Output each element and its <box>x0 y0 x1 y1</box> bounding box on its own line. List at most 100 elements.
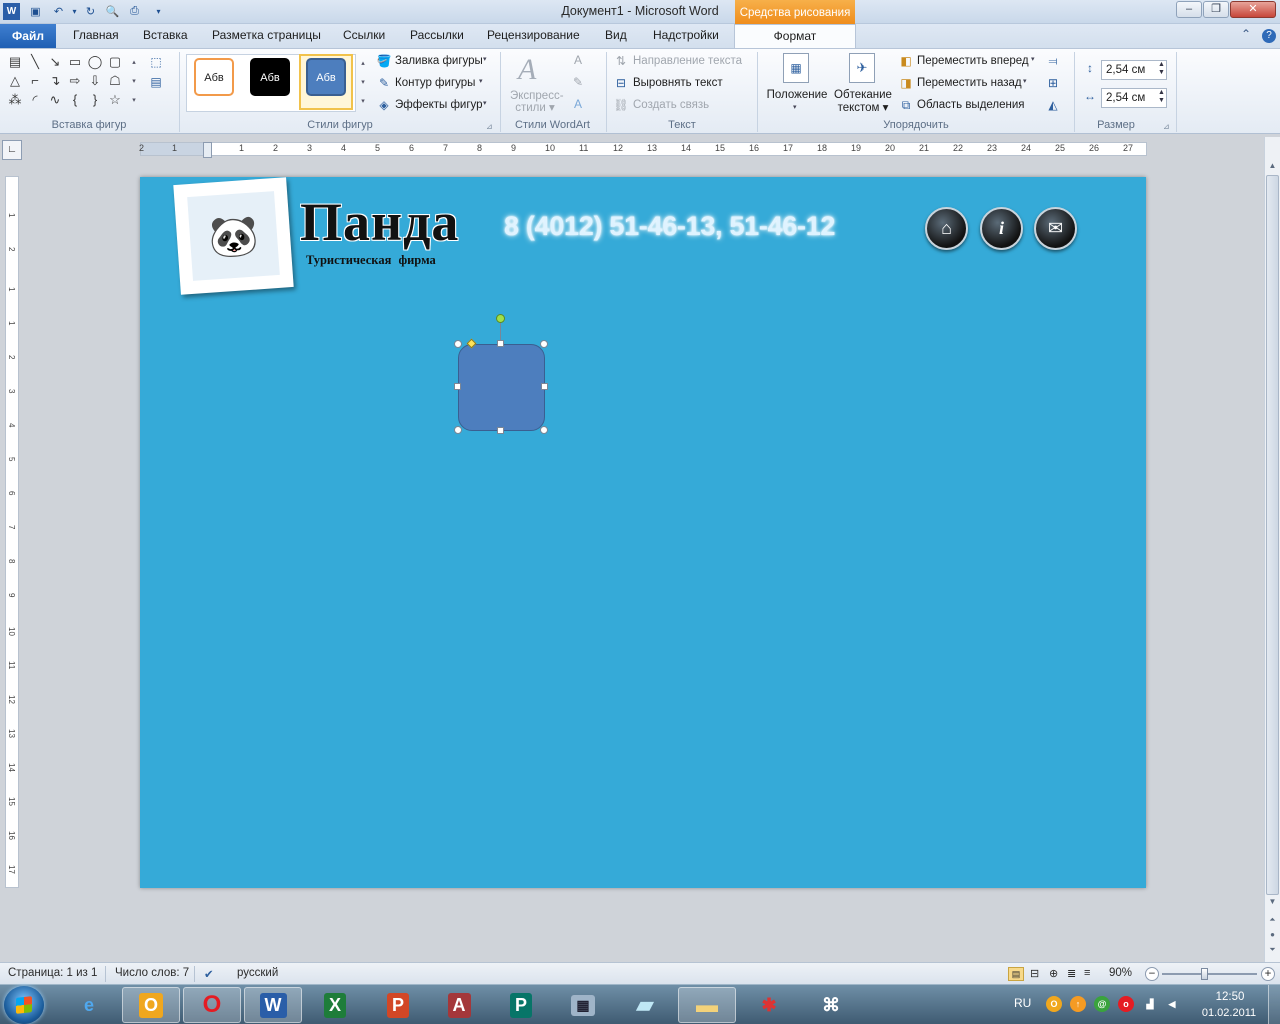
previous-page-icon[interactable]: ⏶ <box>1265 913 1280 927</box>
minimize-button[interactable]: – <box>1176 1 1202 18</box>
brand-tagline[interactable]: Туристическая фирма <box>306 253 436 268</box>
freeform-icon[interactable]: ☖ <box>106 72 124 89</box>
zoom-out-icon[interactable]: − <box>1145 967 1159 981</box>
indent-marker-icon[interactable] <box>203 142 212 158</box>
calculator-icon[interactable]: ▦ <box>554 987 612 1023</box>
resize-handle-se[interactable] <box>540 426 548 434</box>
tab-mailings[interactable]: Рассылки <box>410 28 464 42</box>
rounded-rect-icon[interactable]: ▢ <box>106 53 124 70</box>
shape-outline-button[interactable]: Контур фигуры <box>395 77 475 89</box>
tab-review[interactable]: Рецензирование <box>487 28 580 42</box>
draw-textbox-icon[interactable]: ▤ <box>148 75 164 90</box>
group-icon[interactable]: ⊞ <box>1045 76 1061 91</box>
position-button[interactable]: Положение <box>765 89 829 101</box>
line-icon[interactable]: ╲ <box>26 53 44 70</box>
scroll-down-icon[interactable]: ▼ <box>1265 895 1280 909</box>
explorer-icon[interactable]: ▬ <box>678 987 736 1023</box>
align-text-button[interactable]: Выровнять текст <box>633 77 723 89</box>
position-dropdown-icon[interactable]: ▾ <box>793 103 797 111</box>
outline-icon[interactable]: ≣ <box>1067 967 1076 980</box>
ie-icon[interactable]: e <box>60 987 118 1023</box>
fill-dropdown-icon[interactable]: ▾ <box>483 55 487 63</box>
vertical-scrollbar[interactable]: ▲ ▼ ⏶ ● ⏷ <box>1264 137 1280 962</box>
left-brace-icon[interactable]: { <box>66 91 84 108</box>
brand-title[interactable]: Панда <box>300 192 459 252</box>
send-backward-button[interactable]: Переместить назад <box>917 77 1022 89</box>
language[interactable]: русский <box>237 967 278 979</box>
down-arrow-icon[interactable]: ⇩ <box>86 72 104 89</box>
textbox-icon[interactable]: ▤ <box>6 53 24 70</box>
zoom-in-icon[interactable]: + <box>1261 967 1275 981</box>
styles-gallery-scroll[interactable]: ▴ ▾ ▾ <box>357 54 369 112</box>
tray-antivirus-icon[interactable]: @ <box>1094 996 1110 1012</box>
browse-object-icon[interactable]: ● <box>1265 928 1280 942</box>
word-icon[interactable]: W <box>244 987 302 1023</box>
style-swatch-black[interactable]: Абв <box>250 58 290 96</box>
wrap-text-button[interactable]: Обтекание текстом ▾ <box>831 89 895 115</box>
resize-handle-ne[interactable] <box>540 340 548 348</box>
send-backward-dropdown-icon[interactable]: ▾ <box>1023 77 1027 85</box>
effects-dropdown-icon[interactable]: ▾ <box>483 99 487 107</box>
edit-shape-icon[interactable]: ⬚ <box>148 55 164 70</box>
collapse-ribbon-icon[interactable]: ⌃ <box>1241 27 1251 41</box>
maximize-button[interactable]: ❐ <box>1203 1 1229 18</box>
right-arrow-icon[interactable]: ⇨ <box>66 72 84 89</box>
tab-page-layout[interactable]: Разметка страницы <box>212 28 321 42</box>
bring-forward-button[interactable]: Переместить вперед <box>917 55 1029 67</box>
rotate-icon[interactable]: ◭ <box>1045 98 1061 113</box>
help-icon[interactable]: ? <box>1262 29 1276 43</box>
right-brace-icon[interactable]: } <box>86 91 104 108</box>
tray-update-icon[interactable]: ↑ <box>1070 996 1086 1012</box>
style-swatch-orange-outline[interactable]: Абв <box>194 58 234 96</box>
zoom-slider-track[interactable] <box>1162 973 1257 975</box>
opera-icon[interactable]: O <box>183 987 241 1023</box>
print-layout-icon[interactable]: ▤ <box>1008 967 1024 981</box>
tray-volume-icon[interactable]: ◀ <box>1164 996 1180 1012</box>
text-outline-icon[interactable]: ✎ <box>570 75 586 90</box>
tab-references[interactable]: Ссылки <box>343 28 385 42</box>
clock-time[interactable]: 12:50 <box>1200 991 1260 1003</box>
align-icon[interactable]: ⫤ <box>1045 54 1061 69</box>
resize-handle-sw[interactable] <box>454 426 462 434</box>
clock-date[interactable]: 01.02.2011 <box>1196 1007 1262 1019</box>
resize-handle-s[interactable] <box>497 427 504 434</box>
resize-handle-n[interactable] <box>497 340 504 347</box>
page-count[interactable]: Страница: 1 из 1 <box>8 967 97 979</box>
phone-numbers[interactable]: 8 (4012) 51-46-13, 51-46-12 <box>504 211 835 242</box>
tab-selector-icon[interactable]: ∟ <box>2 140 22 160</box>
width-spinner-icon[interactable]: ▲ ▼ <box>1158 89 1165 105</box>
shape-styles-launcher-icon[interactable]: ⊿ <box>486 122 493 131</box>
panda-photo[interactable]: 🐼 <box>173 177 294 295</box>
draft-icon[interactable]: ≡ <box>1084 967 1090 979</box>
proofing-icon[interactable]: ✔ <box>204 967 214 981</box>
keyboard-language[interactable]: RU <box>1014 996 1031 1010</box>
shape-effects-button[interactable]: Эффекты фигур <box>395 99 483 111</box>
spiderman-icon[interactable]: ✱ <box>740 987 798 1023</box>
shapes-gallery[interactable]: ▤ ╲ ↘ ▭ ◯ ▢ △ ⌐ ↴ ⇨ ⇩ ☖ ⁂ ◜ ∿ { } ☆ <box>6 53 131 111</box>
text-fill-icon[interactable]: A <box>570 53 586 68</box>
horizontal-ruler[interactable]: 2 1 1 2 3 4 5 6 7 8 9 10 11 12 13 14 15 16 17 18 19 20 21 22 23 2… <box>139 142 1147 156</box>
arc-icon[interactable]: ◜ <box>26 91 44 108</box>
tray-opera-icon[interactable]: o <box>1118 996 1134 1012</box>
zoom-level[interactable]: 90% <box>1109 967 1132 979</box>
web-layout-icon[interactable]: ⊕ <box>1049 967 1058 980</box>
mail-icon[interactable]: ✉ <box>1034 207 1077 250</box>
arrow-line-icon[interactable]: ↘ <box>46 53 64 70</box>
tray-outlook-icon[interactable]: O <box>1046 996 1062 1012</box>
resize-handle-nw[interactable] <box>454 340 462 348</box>
info-icon[interactable]: i <box>980 207 1023 250</box>
powerpoint-icon[interactable]: P <box>369 987 427 1023</box>
tab-insert[interactable]: Вставка <box>143 28 188 42</box>
resize-handle-w[interactable] <box>454 383 461 390</box>
create-link-button[interactable]: Создать связь <box>633 99 709 111</box>
star-icon[interactable]: ☆ <box>106 91 124 108</box>
oval-icon[interactable]: ◯ <box>86 53 104 70</box>
notes-icon[interactable]: ▰ <box>616 987 674 1023</box>
style-swatch-blue[interactable]: Абв <box>306 58 346 96</box>
tab-addins[interactable]: Надстройки <box>653 28 719 42</box>
outline-dropdown-icon[interactable]: ▾ <box>479 77 483 85</box>
shapes-gallery-scroll[interactable]: ▴ ▾ ▾ <box>129 53 139 111</box>
resize-handle-e[interactable] <box>541 383 548 390</box>
tab-view[interactable]: Вид <box>605 28 627 42</box>
excel-icon[interactable]: X <box>306 987 364 1023</box>
